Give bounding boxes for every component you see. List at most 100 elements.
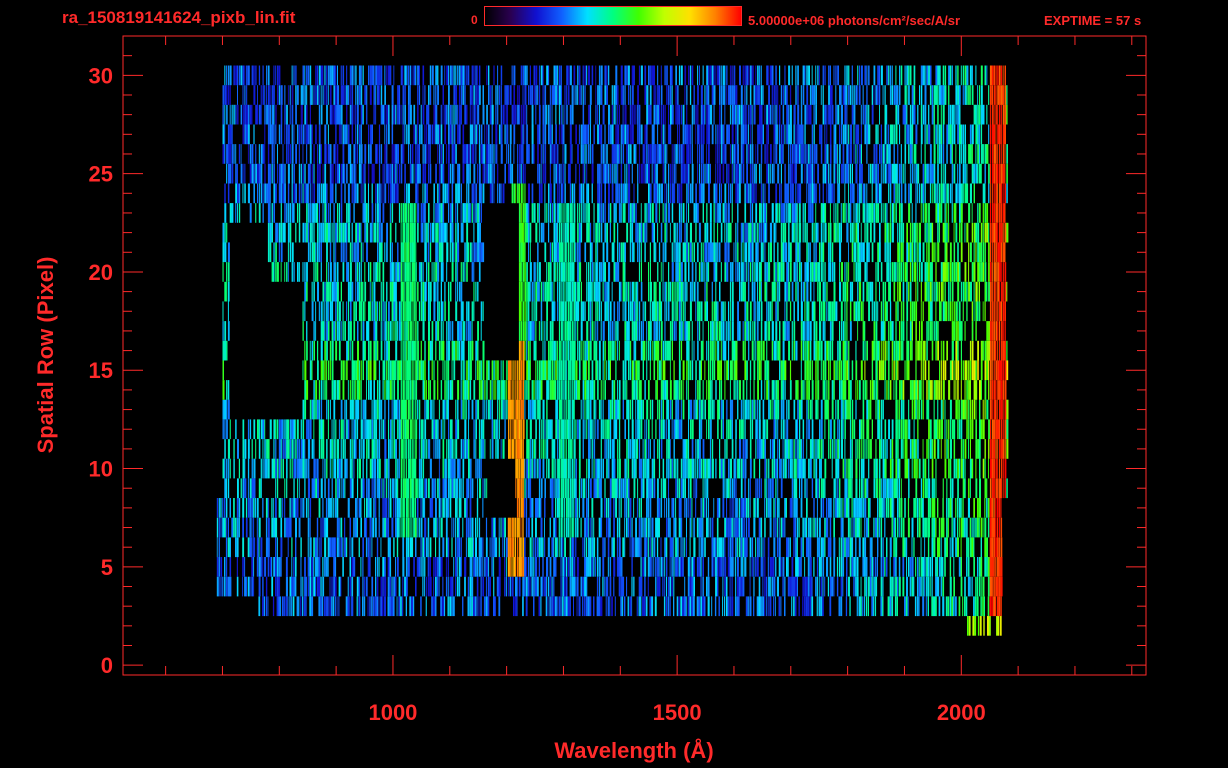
heatmap-cell [766,281,768,302]
heatmap-cell [404,340,406,361]
heatmap-cell [593,596,595,617]
heatmap-cell [438,458,440,479]
heatmap-cell [444,380,446,400]
heatmap-cell [984,301,986,322]
heatmap-cell [864,517,866,538]
heatmap-cell [706,498,707,518]
heatmap-cell [779,262,781,282]
heatmap-cell [275,498,277,518]
heatmap-cell [660,301,663,322]
heatmap-cell [899,458,901,479]
heatmap-cell [953,321,956,341]
heatmap-cell [522,498,524,518]
heatmap-cell [900,399,903,420]
heatmap-cell [526,439,528,459]
heatmap-cell [664,537,667,558]
heatmap-cell [371,478,373,499]
heatmap-cell [529,576,531,597]
heatmap-cell [715,262,718,282]
heatmap-cell [424,380,426,400]
heatmap-cell [518,576,521,597]
heatmap-cell [562,301,565,322]
heatmap-cell [500,517,502,538]
heatmap-cell [989,537,992,558]
heatmap-cell [397,262,399,282]
heatmap-cell [329,458,331,479]
heatmap-cell [445,498,448,518]
heatmap-cell [538,321,540,341]
heatmap-cell [826,399,828,420]
heatmap-cell [455,478,458,499]
heatmap-cell [267,439,270,459]
heatmap-cell [586,557,588,577]
heatmap-cell [564,340,566,361]
heatmap-cell [768,321,771,341]
heatmap-cell [413,419,415,440]
heatmap-cell [613,262,616,282]
heatmap-cell [333,458,336,479]
heatmap-cell [522,321,525,341]
heatmap-cell [784,596,786,617]
heatmap-cell [406,321,408,341]
heatmap-cell [917,281,919,302]
heatmap-cell [942,399,944,420]
heatmap-cell [437,281,439,302]
heatmap-cell [1004,478,1006,499]
heatmap-cell [742,557,744,577]
heatmap-cell [515,419,517,440]
heatmap-cell [929,380,932,400]
heatmap-cell [744,321,747,341]
heatmap-cell [778,557,781,577]
heatmap-cell [360,419,363,440]
heatmap-cell [664,340,667,361]
heatmap-cell [884,557,886,577]
heatmap-cell [548,340,550,361]
heatmap-cell [462,478,464,499]
heatmap-cell [824,576,826,597]
heatmap-cell [648,262,649,282]
heatmap-cell [547,596,549,617]
heatmap-cell [766,360,769,381]
heatmap-cell [475,439,477,459]
heatmap-cell [757,340,760,361]
heatmap-cell [1004,439,1006,459]
heatmap-cell [735,439,737,459]
heatmap-cell [777,399,780,420]
heatmap-cell [349,321,352,341]
heatmap-cell [966,399,968,420]
heatmap-cell [884,458,887,479]
heatmap-cell [558,281,561,302]
heatmap-cell [775,262,777,282]
heatmap-cell [298,478,300,499]
heatmap-cell [331,576,333,597]
heatmap-cell [393,321,395,341]
heatmap-cell [535,458,537,479]
heatmap-cell [642,399,644,420]
heatmap-cell [431,262,433,282]
heatmap-cell [700,498,702,518]
heatmap-cell [665,596,668,617]
heatmap-cell [946,517,948,538]
heatmap-cell [818,517,821,538]
heatmap-cell [967,537,970,558]
heatmap-cell [997,380,999,400]
heatmap-cell [607,498,610,518]
heatmap-cell [742,439,745,459]
heatmap-cell [237,478,239,499]
heatmap-cell [951,478,954,499]
heatmap-cell [438,478,441,499]
heatmap-cell [420,281,423,302]
heatmap-cell [293,419,295,440]
heatmap-cell [476,517,478,538]
heatmap-cell [433,557,435,577]
heatmap-cell [824,478,826,499]
heatmap-cell [629,281,631,302]
heatmap-cell [653,340,656,361]
heatmap-cell [524,576,526,597]
heatmap-cell [800,537,803,558]
heatmap-cell [633,340,636,361]
heatmap-cell [327,478,330,499]
heatmap-cell [657,478,659,499]
heatmap-cell [438,340,441,361]
heatmap-cell [736,576,739,597]
